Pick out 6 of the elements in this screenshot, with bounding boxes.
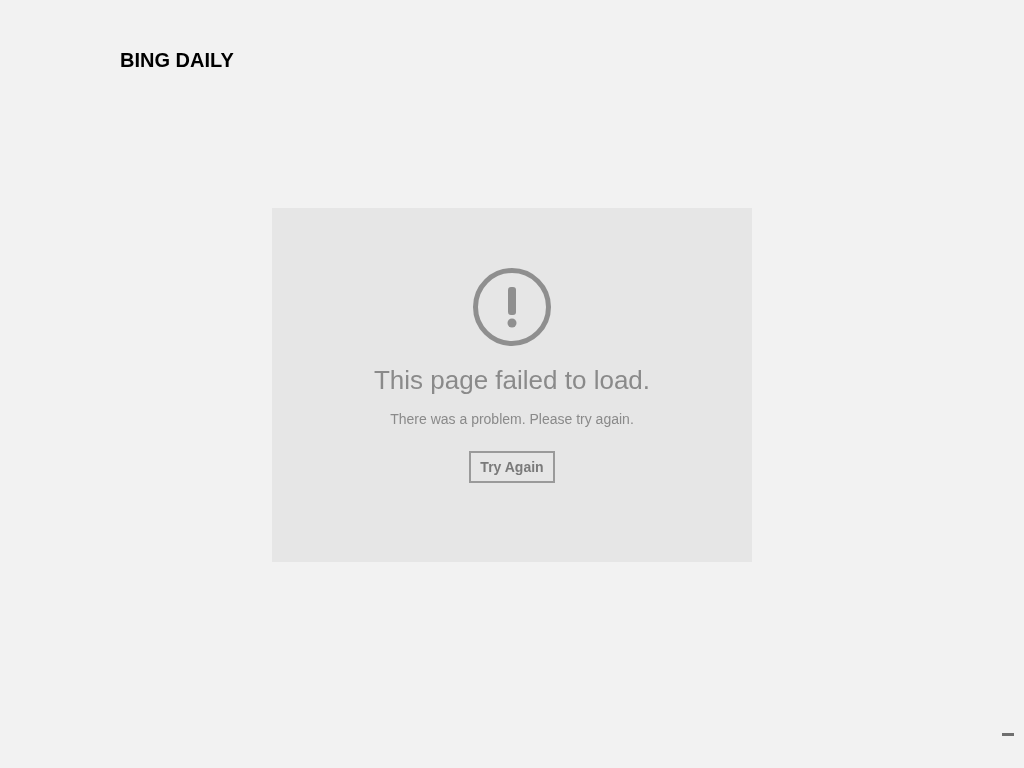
error-heading: This page failed to load. xyxy=(373,364,651,397)
try-again-button[interactable]: Try Again xyxy=(469,451,555,483)
warning-icon xyxy=(472,267,552,347)
minus-icon[interactable] xyxy=(1002,733,1014,737)
app-title: BING DAILY xyxy=(120,48,234,73)
error-message: There was a problem. Please try again. xyxy=(390,410,634,429)
